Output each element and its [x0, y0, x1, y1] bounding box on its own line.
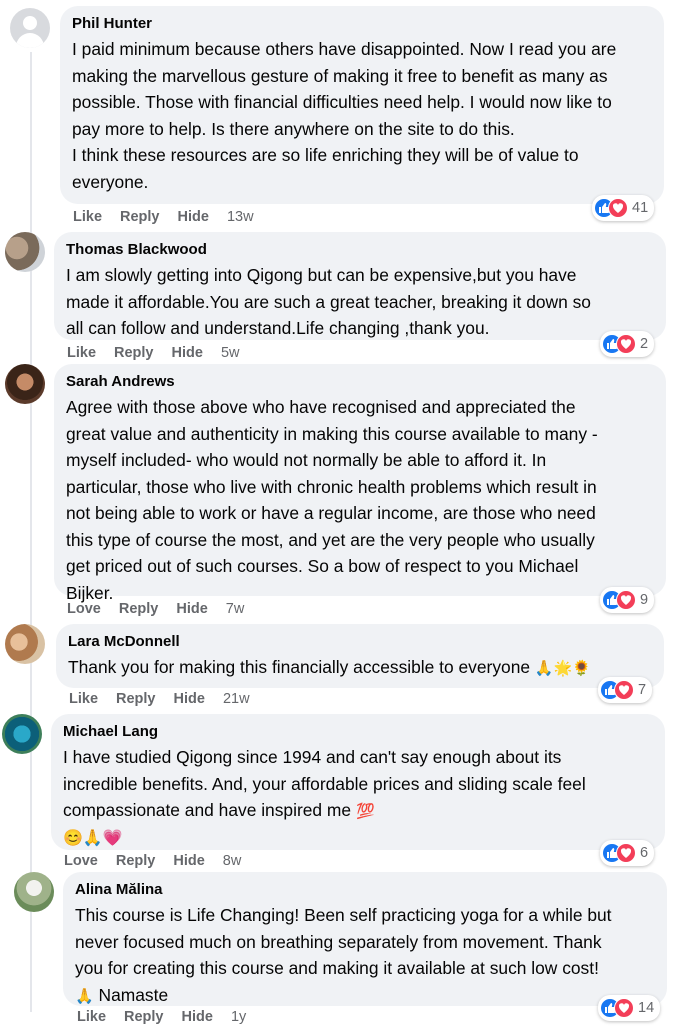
timestamp: 7w: [225, 601, 245, 617]
reaction-count: 7: [638, 682, 647, 698]
timestamp: 13w: [226, 209, 254, 225]
avatar[interactable]: [5, 232, 45, 272]
hide-button[interactable]: Hide: [176, 600, 207, 618]
reply-button[interactable]: Reply: [124, 1008, 164, 1026]
comment-text-tail: Namaste: [98, 984, 169, 1005]
comment-text-body: Thank you for making this financially ac…: [68, 657, 531, 677]
avatar[interactable]: [5, 364, 45, 404]
avatar[interactable]: [5, 624, 45, 664]
heart-icon: [614, 998, 634, 1018]
commenter-name[interactable]: Phil Hunter: [72, 14, 652, 34]
comment-text-body: I have studied Qigong since 1994 and can…: [63, 747, 586, 820]
commenter-name[interactable]: Sarah Andrews: [66, 372, 654, 392]
avatar[interactable]: [14, 872, 54, 912]
reaction-summary[interactable]: 2: [600, 331, 655, 357]
heart-icon: [614, 680, 634, 700]
reaction-count: 2: [640, 336, 649, 352]
comment-actions: Love Reply Hide 7w: [67, 600, 244, 618]
emoji: 💯: [355, 803, 375, 820]
comment-actions: Like Reply Hide 5w: [67, 344, 239, 362]
comment-text: I am slowly getting into Qigong but can …: [66, 265, 591, 338]
reply-button[interactable]: Reply: [116, 690, 156, 708]
emoji: 🙏🌟🌻: [534, 660, 591, 677]
avatar[interactable]: [10, 8, 50, 48]
comment-text: Thank you for making this financially ac…: [68, 654, 652, 683]
timestamp: 8w: [222, 853, 242, 869]
reply-button[interactable]: Reply: [114, 344, 154, 362]
avatar[interactable]: [2, 714, 42, 754]
hide-button[interactable]: Hide: [172, 344, 203, 362]
reaction-summary[interactable]: 9: [600, 587, 655, 613]
reply-button[interactable]: Reply: [120, 208, 160, 226]
emoji-row: 😊🙏💗: [63, 829, 123, 847]
comment-actions: Like Reply Hide 13w: [73, 208, 254, 226]
reaction-count: 6: [640, 845, 649, 861]
commenter-name[interactable]: Lara McDonnell: [68, 632, 652, 652]
like-button[interactable]: Like: [77, 1008, 106, 1026]
comment-bubble: Thomas Blackwood I am slowly getting int…: [54, 232, 666, 340]
reply-button[interactable]: Reply: [116, 852, 156, 870]
heart-icon: [608, 198, 628, 218]
reply-button[interactable]: Reply: [119, 600, 159, 618]
reaction-summary[interactable]: 41: [592, 195, 655, 221]
comment-bubble: Sarah Andrews Agree with those above who…: [54, 364, 666, 603]
timestamp: 1y: [230, 1009, 247, 1025]
comment-actions: Like Reply Hide 1y: [77, 1008, 246, 1026]
timestamp: 21w: [222, 691, 250, 707]
love-button[interactable]: Love: [67, 600, 101, 618]
comment-text: This course is Life Changing! Been self …: [75, 902, 655, 1010]
comment-actions: Like Reply Hide 21w: [69, 690, 250, 708]
reaction-count: 9: [640, 592, 649, 608]
comment-bubble: Michael Lang I have studied Qigong since…: [51, 714, 665, 850]
like-button[interactable]: Like: [69, 690, 98, 708]
comment-actions: Love Reply Hide 8w: [64, 852, 241, 870]
timestamp: 5w: [220, 345, 240, 361]
heart-icon: [616, 334, 636, 354]
comment-text: Agree with those above who have recognis…: [66, 397, 598, 603]
comment-text-body: This course is Life Changing! Been self …: [75, 905, 612, 978]
emoji: 🙏: [75, 987, 94, 1005]
hide-button[interactable]: Hide: [174, 690, 205, 708]
heart-icon: [616, 590, 636, 610]
comment-bubble: Alina Mălina This course is Life Changin…: [63, 872, 667, 1006]
reaction-summary[interactable]: 14: [598, 995, 661, 1021]
comment-text: I have studied Qigong since 1994 and can…: [63, 744, 653, 826]
heart-icon: [616, 843, 636, 863]
commenter-name[interactable]: Michael Lang: [63, 722, 653, 742]
reaction-count: 14: [638, 1000, 655, 1016]
commenter-name[interactable]: Alina Mălina: [75, 880, 655, 900]
comment-text: I paid minimum because others have disap…: [72, 39, 617, 192]
commenter-name[interactable]: Thomas Blackwood: [66, 240, 654, 260]
hide-button[interactable]: Hide: [178, 208, 209, 226]
hide-button[interactable]: Hide: [182, 1008, 213, 1026]
comment: Phil Hunter I paid minimum because other…: [0, 0, 674, 230]
love-button[interactable]: Love: [64, 852, 98, 870]
reaction-summary[interactable]: 6: [600, 840, 655, 866]
reaction-count: 41: [632, 200, 649, 216]
like-button[interactable]: Like: [67, 344, 96, 362]
like-button[interactable]: Like: [73, 208, 102, 226]
reaction-summary[interactable]: 7: [598, 677, 653, 703]
hide-button[interactable]: Hide: [173, 852, 204, 870]
comment-bubble: Lara McDonnell Thank you for making this…: [56, 624, 664, 688]
comment-bubble: Phil Hunter I paid minimum because other…: [60, 6, 664, 204]
